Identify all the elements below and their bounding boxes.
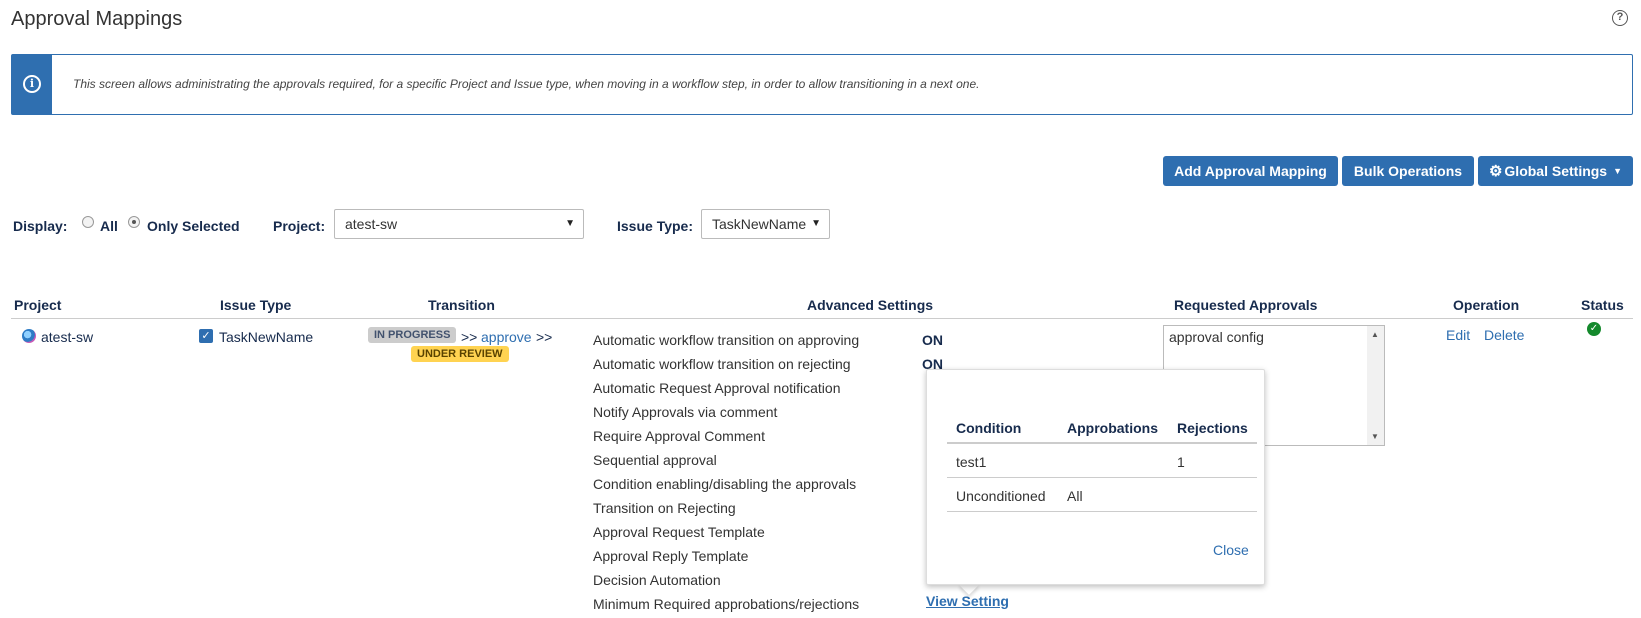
edit-link[interactable]: Edit [1446, 327, 1470, 343]
setting-label: Automatic Request Approval notification [593, 380, 841, 396]
issue-type-select[interactable]: TaskNewName ▼ [701, 209, 830, 239]
project-avatar [22, 329, 36, 343]
transition-separator: >> [461, 329, 478, 345]
setting-label: Require Approval Comment [593, 428, 765, 444]
column-header-status: Status [1581, 297, 1624, 313]
row-project: atest-sw [41, 329, 94, 345]
column-header-requested-approvals: Requested Approvals [1174, 297, 1318, 313]
setting-label: Sequential approval [593, 452, 717, 468]
column-header-operation: Operation [1453, 297, 1520, 313]
popup-header-condition: Condition [956, 420, 1022, 436]
delete-link[interactable]: Delete [1484, 327, 1524, 343]
setting-label: Approval Reply Template [593, 548, 749, 564]
gear-icon: ⚙ [1488, 163, 1503, 180]
info-message: i This screen allows administrating the … [11, 54, 1633, 115]
requested-approval-item: approval config [1169, 329, 1264, 345]
setting-label: Minimum Required approbations/rejections [593, 596, 860, 612]
page-title: Approval Mappings [11, 8, 183, 30]
setting-label: Automatic workflow transition on rejecti… [593, 356, 851, 372]
popup-row-divider [947, 477, 1257, 478]
chevron-down-icon: ▼ [1613, 166, 1623, 176]
requested-approvals-scrollbar[interactable]: ▲ ▼ [1367, 326, 1384, 445]
setting-label: Automatic workflow transition on approvi… [593, 332, 860, 348]
table-header-divider [11, 318, 1633, 319]
view-setting-link[interactable]: View Setting [926, 593, 1009, 609]
setting-label: Approval Request Template [593, 524, 765, 540]
chevron-down-icon: ▼ [565, 218, 575, 229]
info-icon: i [23, 75, 41, 93]
display-only-selected-label[interactable]: Only Selected [147, 218, 240, 234]
popup-cell-rejections: 1 [1177, 454, 1185, 470]
status-lozenge-in-progress: IN PROGRESS [368, 327, 457, 343]
transition-action-link[interactable]: approve [481, 329, 532, 345]
status-ok-icon: ✓ [1587, 322, 1601, 336]
info-sidebar: i [12, 55, 52, 114]
issue-type-icon: ✓ [199, 329, 213, 343]
column-header-issue-type: Issue Type [220, 297, 292, 313]
setting-label: Notify Approvals via comment [593, 404, 778, 420]
issue-type-label: Issue Type: [617, 218, 693, 234]
scroll-up-icon[interactable]: ▲ [1371, 330, 1379, 339]
popup-cell-approbations: All [1067, 488, 1083, 504]
display-label: Display: [13, 218, 68, 234]
setting-label: Decision Automation [593, 572, 721, 588]
status-lozenge-under-review: UNDER REVIEW [411, 346, 509, 362]
column-header-transition: Transition [428, 297, 495, 313]
help-icon[interactable]: ? [1612, 10, 1628, 26]
bulk-operations-button[interactable]: Bulk Operations [1342, 156, 1474, 186]
setting-label: Transition on Rejecting [593, 500, 736, 516]
project-select[interactable]: atest-sw ▼ [334, 209, 584, 239]
popup-cell-condition: test1 [956, 454, 987, 470]
condition-popup: Condition Approbations Rejections test1 … [926, 369, 1265, 585]
setting-label: Condition enabling/disabling the approva… [593, 476, 857, 492]
column-header-advanced-settings: Advanced Settings [807, 297, 934, 313]
row-issue-type: TaskNewName [219, 329, 314, 345]
global-settings-label: Global Settings [1504, 163, 1608, 179]
column-header-project: Project [14, 297, 62, 313]
transition-separator: >> [536, 329, 553, 345]
chevron-down-icon: ▼ [811, 218, 821, 229]
popup-header-divider [947, 442, 1257, 444]
popup-row-divider [947, 511, 1257, 512]
project-label: Project: [273, 218, 326, 234]
scroll-down-icon[interactable]: ▼ [1371, 432, 1379, 441]
display-only-selected-radio[interactable] [128, 216, 140, 228]
project-select-value: atest-sw [345, 216, 398, 232]
popup-close-link[interactable]: Close [1213, 542, 1249, 558]
popup-header-rejections: Rejections [1177, 420, 1248, 436]
global-settings-button[interactable]: ⚙ Global Settings ▼ [1478, 156, 1633, 186]
setting-value: ON [922, 332, 943, 348]
popup-header-approbations: Approbations [1067, 420, 1158, 436]
display-all-radio[interactable] [82, 216, 94, 228]
popup-cell-condition: Unconditioned [956, 488, 1046, 504]
add-approval-mapping-button[interactable]: Add Approval Mapping [1163, 156, 1338, 186]
issue-type-select-value: TaskNewName [712, 216, 807, 232]
display-all-label[interactable]: All [100, 218, 118, 234]
info-text: This screen allows administrating the ap… [73, 77, 980, 91]
